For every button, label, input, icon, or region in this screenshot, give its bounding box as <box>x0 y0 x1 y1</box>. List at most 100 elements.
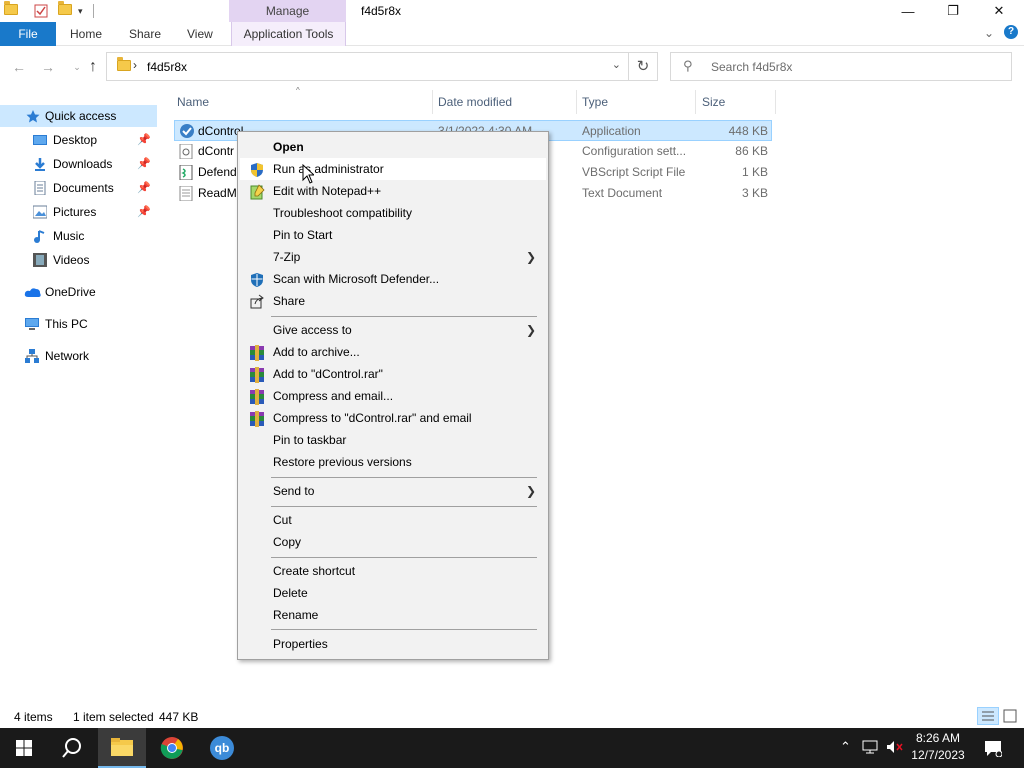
minimize-button[interactable]: — <box>885 0 931 22</box>
ribbon-collapse-icon[interactable]: ⌄ <box>984 26 994 40</box>
folder-icon[interactable] <box>4 1 18 18</box>
menu-separator <box>271 557 537 558</box>
column-header-date-modified[interactable]: Date modified <box>438 94 512 110</box>
pin-icon: 📌 <box>137 134 151 146</box>
pin-icon: 📌 <box>137 206 151 218</box>
taskbar-chrome[interactable] <box>148 728 196 768</box>
nav-item-network[interactable]: Network <box>0 345 157 367</box>
help-icon[interactable]: ? <box>1004 25 1018 39</box>
nav-item-documents[interactable]: Documents 📌 <box>0 177 157 199</box>
menu-item-add-to-rar[interactable]: Add to "dControl.rar" <box>240 363 546 385</box>
maximize-button[interactable]: ❐ <box>930 0 976 22</box>
menu-item-open[interactable]: Open <box>240 136 546 158</box>
notification-center-icon[interactable] <box>984 739 1002 757</box>
nav-item-videos[interactable]: Videos <box>0 249 157 271</box>
properties-check-icon[interactable] <box>34 4 48 18</box>
volume-muted-icon[interactable] <box>886 739 906 755</box>
search-button[interactable] <box>48 728 96 768</box>
taskbar-file-explorer[interactable] <box>98 728 146 768</box>
menu-item-cut[interactable]: Cut <box>240 509 546 531</box>
nav-item-downloads[interactable]: Downloads 📌 <box>0 153 157 175</box>
star-icon <box>26 109 40 123</box>
menu-item-troubleshoot-compatibility[interactable]: Troubleshoot compatibility <box>240 202 546 224</box>
taskbar-qbittorrent[interactable]: qb <box>198 728 246 768</box>
tab-application-tools[interactable]: Application Tools <box>231 22 346 46</box>
menu-item-properties[interactable]: Properties <box>240 633 546 655</box>
network-icon <box>25 349 39 363</box>
show-hidden-icons-icon[interactable]: ⌃ <box>840 739 851 755</box>
winrar-icon <box>249 367 265 383</box>
tab-file[interactable]: File <box>0 22 56 46</box>
forward-arrow-icon[interactable]: → <box>37 56 59 78</box>
nav-item-onedrive[interactable]: OneDrive <box>0 281 157 303</box>
tab-view[interactable]: View <box>187 22 213 46</box>
menu-item-compress-to-rar-and-email[interactable]: Compress to "dControl.rar" and email <box>240 407 546 429</box>
system-clock[interactable]: 8:26 AM 12/7/2023 <box>906 730 970 764</box>
menu-item-pin-to-start[interactable]: Pin to Start <box>240 224 546 246</box>
clock-time: 8:26 AM <box>915 731 961 745</box>
column-header-type[interactable]: Type <box>582 94 608 110</box>
nav-item-desktop[interactable]: Desktop 📌 <box>0 129 157 151</box>
menu-item-compress-and-email[interactable]: Compress and email... <box>240 385 546 407</box>
column-divider[interactable] <box>432 90 433 114</box>
menu-item-scan-with-defender[interactable]: Scan with Microsoft Defender... <box>240 268 546 290</box>
nav-item-quick-access[interactable]: Quick access <box>0 105 157 127</box>
refresh-icon[interactable]: ↻ <box>628 53 657 80</box>
menu-item-add-to-archive[interactable]: Add to archive... <box>240 341 546 363</box>
context-menu: Open Run as administrator Edit with Note… <box>237 131 549 660</box>
chrome-icon <box>160 737 183 759</box>
start-button[interactable] <box>0 728 48 768</box>
nav-item-this-pc[interactable]: This PC <box>0 313 157 335</box>
column-divider[interactable] <box>775 90 776 114</box>
menu-item-create-shortcut[interactable]: Create shortcut <box>240 560 546 582</box>
menu-item-give-access-to[interactable]: Give access to ❯ <box>240 319 546 341</box>
winrar-icon <box>249 389 265 405</box>
nav-item-music[interactable]: Music <box>0 225 157 247</box>
application-icon <box>179 123 195 139</box>
manage-tab[interactable]: Manage <box>229 0 346 22</box>
column-divider[interactable] <box>695 90 696 114</box>
new-folder-icon[interactable] <box>58 1 72 18</box>
documents-icon <box>33 181 47 195</box>
menu-item-rename[interactable]: Rename <box>240 604 546 626</box>
breadcrumb-path[interactable]: f4d5r8x <box>147 60 187 74</box>
config-file-icon <box>179 144 193 159</box>
menu-item-copy[interactable]: Copy <box>240 531 546 553</box>
nav-item-pictures[interactable]: Pictures 📌 <box>0 201 157 223</box>
menu-item-restore-previous-versions[interactable]: Restore previous versions <box>240 451 546 473</box>
column-header-size[interactable]: Size <box>702 94 725 110</box>
menu-item-share[interactable]: Share <box>240 290 546 312</box>
menu-item-run-as-administrator[interactable]: Run as administrator <box>240 158 546 180</box>
desktop-icon <box>33 133 47 147</box>
back-arrow-icon[interactable]: ← <box>8 56 30 78</box>
mouse-cursor-icon <box>302 164 314 184</box>
menu-separator <box>271 629 537 630</box>
uac-shield-icon <box>249 162 265 177</box>
details-view-icon[interactable] <box>977 707 999 725</box>
qat-dropdown-icon[interactable]: ▾ <box>78 6 83 17</box>
breadcrumb-chevron-icon[interactable]: › <box>133 58 137 72</box>
tab-home[interactable]: Home <box>70 22 102 46</box>
address-bar[interactable]: › f4d5r8x ⌄ ↻ <box>106 52 658 81</box>
share-icon <box>249 294 265 309</box>
column-header-name[interactable]: Name <box>177 94 209 110</box>
menu-item-pin-to-taskbar[interactable]: Pin to taskbar <box>240 429 546 451</box>
cloud-icon <box>24 285 42 299</box>
column-divider[interactable] <box>576 90 577 114</box>
large-icons-view-icon[interactable] <box>1003 709 1017 723</box>
status-size: 447 KB <box>159 710 199 724</box>
pin-icon: 📌 <box>137 158 151 170</box>
menu-item-send-to[interactable]: Send to ❯ <box>240 480 546 502</box>
menu-item-edit-with-notepad[interactable]: Edit with Notepad++ <box>240 180 546 202</box>
search-input[interactable]: ⚲ Search f4d5r8x <box>670 52 1012 81</box>
menu-item-7zip[interactable]: 7-Zip ❯ <box>240 246 546 268</box>
folder-icon <box>117 57 131 71</box>
search-icon: ⚲ <box>683 58 693 73</box>
menu-item-delete[interactable]: Delete <box>240 582 546 604</box>
address-dropdown-icon[interactable]: ⌄ <box>612 58 621 71</box>
network-status-icon[interactable] <box>862 739 880 755</box>
windows-logo-icon <box>16 740 32 756</box>
close-button[interactable]: ✕ <box>976 0 1022 22</box>
tab-share[interactable]: Share <box>129 22 161 46</box>
up-arrow-icon[interactable]: ↑ <box>82 56 104 78</box>
